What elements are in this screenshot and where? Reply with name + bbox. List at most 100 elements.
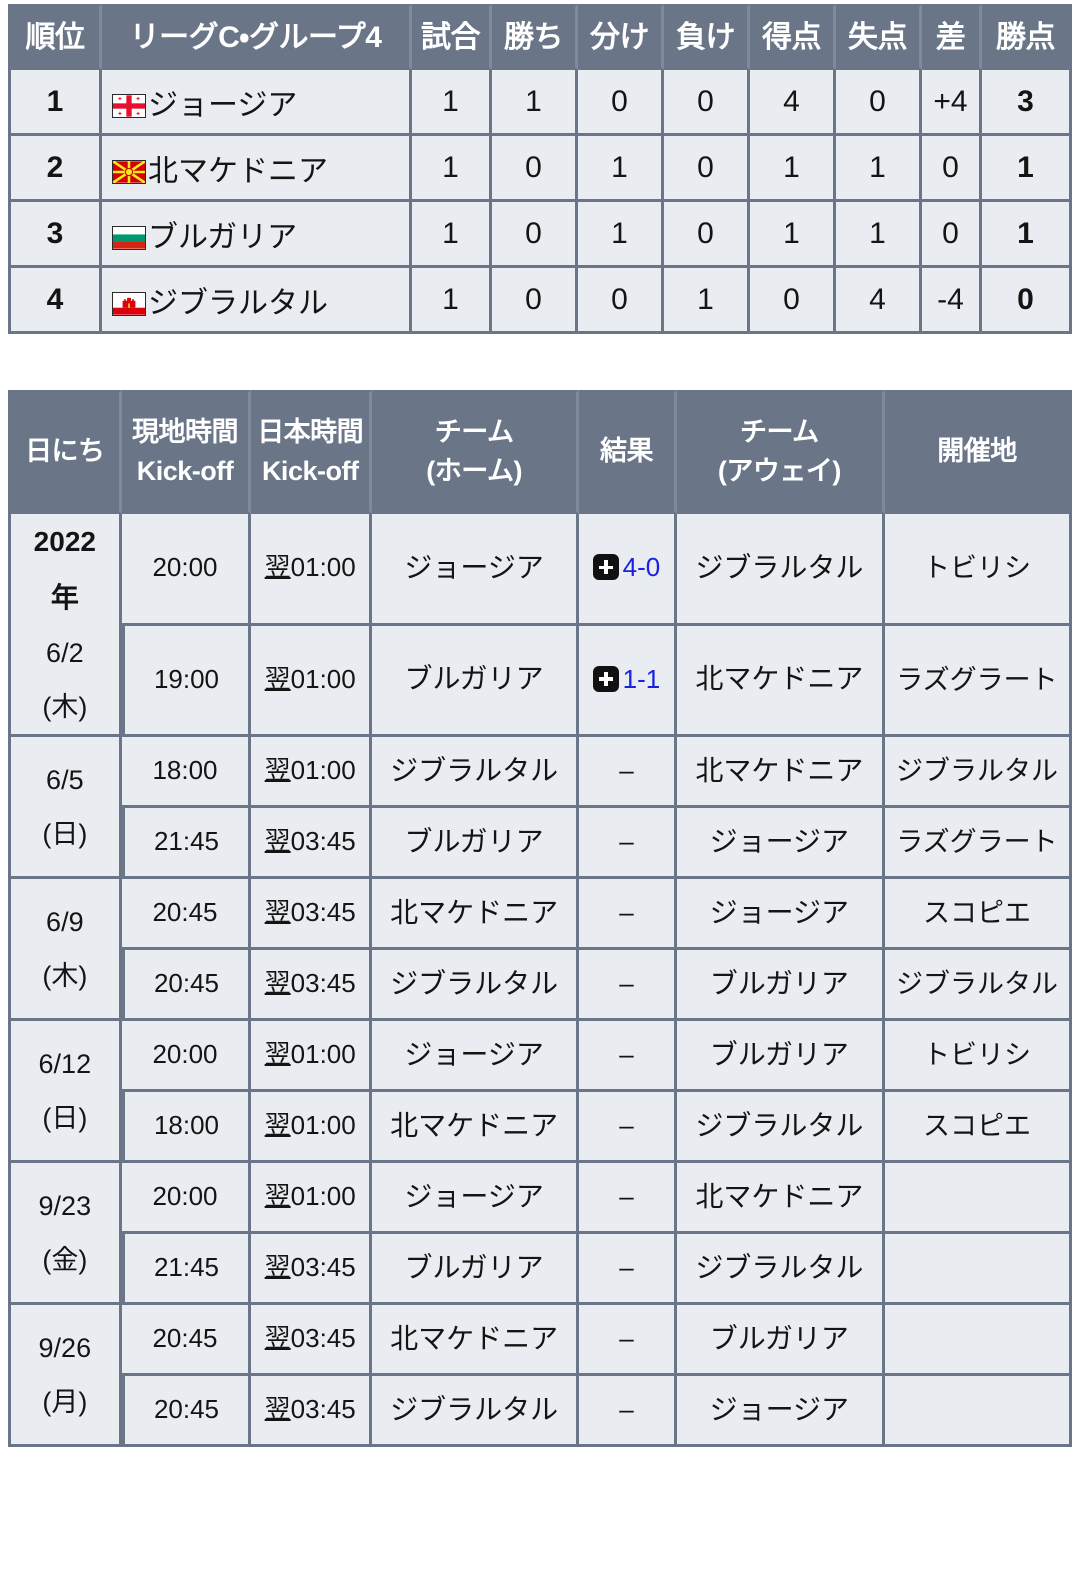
schedule-venue: トビリシ [884, 514, 1072, 626]
standings-col-pts: 勝点 [982, 4, 1072, 70]
schedule-row: 9/23 (金) 20:00 翌01:00 ジョージア – 北マケドニア [8, 1163, 1072, 1305]
japan-time-value: 03:45 [290, 1394, 356, 1425]
schedule-date-cell: 6/5 (日) [8, 737, 122, 879]
japan-kickoff-label-line2: Kick-off [261, 456, 359, 486]
standings-played: 1 [412, 136, 492, 202]
standings-rank: 4 [8, 268, 102, 334]
schedule-col-away-team: チーム (アウェイ) [676, 390, 885, 514]
standings-gd: 0 [922, 202, 982, 268]
standings-win: 1 [492, 70, 578, 136]
standings-team-name: 北マケドニア [148, 154, 328, 188]
schedule-local-time: 20:45 [121, 950, 252, 1021]
next-day-marker: 翌 [264, 1110, 291, 1141]
standings-gd: 0 [922, 136, 982, 202]
standings-loss: 0 [664, 70, 750, 136]
schedule-result-cell: – [579, 737, 677, 808]
schedule-venue: トビリシ [884, 1021, 1072, 1092]
schedule-result-cell: – [579, 1092, 677, 1163]
schedule-result-cell: – [579, 1234, 677, 1305]
next-day-marker: 翌 [264, 1323, 291, 1354]
standings-row: 1 ジョージア 1 1 0 0 4 0 +4 3 [8, 70, 1072, 136]
standings-row: 3 ブルガリア 1 0 1 0 1 1 0 1 [8, 202, 1072, 268]
schedule-result-cell: – [579, 1376, 677, 1447]
schedule-home-team: 北マケドニア [372, 1092, 580, 1163]
japan-time-value: 01:00 [290, 552, 356, 583]
schedule-result-cell[interactable]: 4-0 [579, 514, 677, 626]
standings-team-cell: 北マケドニア [102, 136, 412, 202]
standings-win: 0 [492, 136, 578, 202]
schedule-date-monthday: 6/9 [46, 906, 84, 937]
schedule-date-cell: 9/23 (金) [8, 1163, 122, 1305]
schedule-home-team: ブルガリア [372, 1234, 580, 1305]
japan-time-value: 01:00 [290, 1181, 356, 1212]
standings-draw: 0 [578, 70, 664, 136]
schedule-japan-time: 翌01:00 [251, 1092, 373, 1163]
schedule-row: 20:45 翌03:45 ジブラルタル – ブルガリア ジブラルタル [8, 950, 1072, 1021]
plus-square-icon[interactable] [592, 554, 619, 581]
schedule-local-time: 21:45 [121, 808, 252, 879]
schedule-result-cell: – [579, 808, 677, 879]
no-result-dash: – [619, 897, 634, 928]
schedule-col-local-kickoff: 現地時間 Kick-off [121, 390, 252, 514]
standings-pts: 1 [982, 136, 1072, 202]
standings-ga: 1 [836, 136, 922, 202]
home-team-label-line2: (ホーム) [426, 456, 522, 486]
standings-team-name: ブルガリア [148, 220, 298, 254]
standings-table: 順位 リーグC・グループ4 試合 勝ち 分け 負け 得点 失点 差 勝点 1 ジョ… [8, 4, 1072, 334]
schedule-row: 6/9 (木) 20:45 翌03:45 北マケドニア – ジョージア スコピエ [8, 879, 1072, 1021]
standings-win: 0 [492, 202, 578, 268]
local-kickoff-label-line1: 現地時間 [132, 416, 239, 447]
schedule-local-time: 19:00 [121, 625, 252, 737]
schedule-home-team: ブルガリア [372, 625, 580, 737]
schedule-local-time: 20:45 [121, 1305, 252, 1376]
schedule-result-cell[interactable]: 1-1 [579, 625, 677, 737]
schedule-local-time: 18:00 [121, 737, 252, 808]
schedule-result-cell: – [579, 1021, 677, 1092]
schedule-japan-time: 翌03:45 [251, 879, 373, 950]
standings-row: 4 ジブラルタル 1 0 0 1 0 4 -4 0 [8, 268, 1072, 334]
schedule-date-dayofweek: (金) [42, 1244, 88, 1275]
schedule-japan-time: 翌03:45 [251, 950, 373, 1021]
schedule-date-year-suffix: 年 [50, 582, 79, 613]
standings-col-played: 試合 [412, 4, 492, 70]
next-day-marker: 翌 [264, 897, 291, 928]
north-macedonia-flag-icon [112, 159, 146, 184]
next-day-marker: 翌 [264, 1181, 291, 1212]
schedule-result-cell: – [579, 950, 677, 1021]
schedule-japan-time: 翌03:45 [251, 1376, 373, 1447]
schedule-venue: ラズグラート [884, 808, 1072, 879]
plus-square-icon[interactable] [592, 665, 619, 692]
schedule-venue: ジブラルタル [884, 950, 1072, 1021]
away-team-label-line1: チーム [739, 416, 819, 447]
schedule-col-date: 日にち [8, 390, 122, 514]
next-day-marker: 翌 [264, 755, 291, 786]
schedule-row: 6/12 (日) 20:00 翌01:00 ジョージア – ブルガリア トビリシ [8, 1021, 1072, 1163]
schedule-away-team: 北マケドニア [676, 1163, 885, 1234]
schedule-date-monthday: 9/26 [38, 1332, 92, 1363]
page-root: 順位 リーグC・グループ4 試合 勝ち 分け 負け 得点 失点 差 勝点 1 ジョ… [0, 0, 1080, 1447]
standings-gf: 1 [750, 136, 836, 202]
standings-col-draw: 分け [578, 4, 664, 70]
standings-draw: 1 [578, 202, 664, 268]
schedule-local-time: 18:00 [121, 1092, 252, 1163]
schedule-japan-time: 翌03:45 [251, 1305, 373, 1376]
schedule-date-dayofweek: (木) [42, 960, 88, 991]
schedule-local-time: 20:00 [121, 1163, 252, 1234]
schedule-away-team: ジョージア [676, 1376, 885, 1447]
schedule-local-time: 20:00 [121, 1021, 252, 1092]
no-result-dash: – [619, 968, 634, 999]
schedule-date-dayofweek: (木) [42, 692, 88, 722]
standings-rank: 1 [8, 70, 102, 136]
schedule-row: 21:45 翌03:45 ブルガリア – ジブラルタル [8, 1234, 1072, 1305]
schedule-local-time: 20:00 [121, 514, 252, 626]
schedule-home-team: ジブラルタル [372, 950, 580, 1021]
schedule-japan-time: 翌01:00 [251, 625, 373, 737]
standings-header-row: 順位 リーグC・グループ4 試合 勝ち 分け 負け 得点 失点 差 勝点 [8, 4, 1072, 70]
japan-time-value: 01:00 [290, 755, 356, 786]
next-day-marker: 翌 [264, 1252, 291, 1283]
schedule-away-team: ブルガリア [676, 1305, 885, 1376]
next-day-marker: 翌 [264, 1039, 291, 1070]
standings-draw: 1 [578, 136, 664, 202]
standings-col-group: リーグC・グループ4 [102, 4, 412, 70]
schedule-away-team: ブルガリア [676, 1021, 885, 1092]
